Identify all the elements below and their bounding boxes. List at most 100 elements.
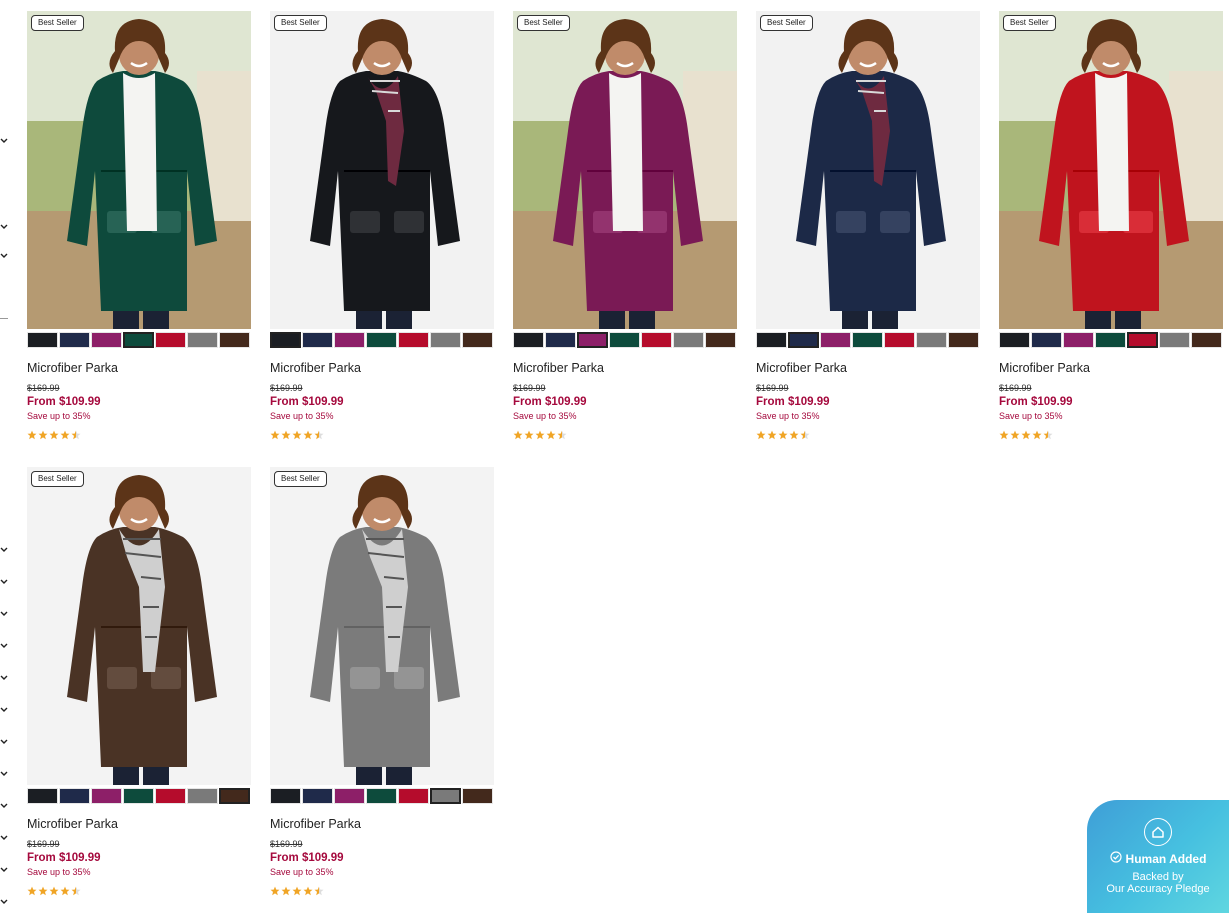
- product-card[interactable]: Best Seller Microfiber Parka $169.99 Fro…: [513, 11, 737, 440]
- color-swatch[interactable]: [1063, 332, 1094, 348]
- color-swatch[interactable]: [27, 788, 58, 804]
- chevron-down-icon[interactable]: [0, 224, 8, 230]
- color-swatch[interactable]: [334, 332, 365, 348]
- rating-stars[interactable]: [270, 886, 494, 896]
- sale-price: From $109.99: [756, 396, 830, 408]
- color-swatch[interactable]: [609, 332, 640, 348]
- color-swatch[interactable]: [219, 788, 250, 804]
- color-swatch[interactable]: [270, 332, 301, 348]
- product-title[interactable]: Microfiber Parka: [513, 361, 737, 375]
- product-card[interactable]: Best Seller Microfiber Parka $169.99 Fro…: [270, 467, 494, 896]
- color-swatch[interactable]: [788, 332, 819, 348]
- color-swatch[interactable]: [366, 788, 397, 804]
- color-swatch[interactable]: [545, 332, 576, 348]
- product-image[interactable]: Best Seller: [27, 467, 251, 785]
- rating-stars[interactable]: [27, 430, 251, 440]
- color-swatch[interactable]: [673, 332, 704, 348]
- color-swatch[interactable]: [334, 788, 365, 804]
- color-swatch[interactable]: [430, 332, 461, 348]
- color-swatch[interactable]: [756, 332, 787, 348]
- color-swatch[interactable]: [59, 788, 90, 804]
- color-swatch[interactable]: [852, 332, 883, 348]
- product-card[interactable]: Best Seller Microfiber Parka $169.99 Fro…: [756, 11, 980, 440]
- chevron-down-icon[interactable]: [0, 643, 8, 649]
- color-swatch[interactable]: [398, 332, 429, 348]
- product-title[interactable]: Microfiber Parka: [756, 361, 980, 375]
- rating-stars[interactable]: [270, 430, 494, 440]
- chevron-down-icon[interactable]: [0, 253, 8, 259]
- chevron-down-icon[interactable]: [0, 803, 8, 809]
- color-swatch[interactable]: [398, 788, 429, 804]
- color-swatch[interactable]: [302, 788, 333, 804]
- product-image[interactable]: Best Seller: [999, 11, 1223, 329]
- color-swatch[interactable]: [302, 332, 333, 348]
- product-card[interactable]: Best Seller Microfiber Parka $169.99 Fro…: [27, 11, 251, 440]
- color-swatch[interactable]: [1191, 332, 1222, 348]
- chevron-down-icon[interactable]: [0, 138, 8, 144]
- color-swatch[interactable]: [155, 332, 186, 348]
- product-image[interactable]: Best Seller: [270, 11, 494, 329]
- product-image[interactable]: Best Seller: [270, 467, 494, 785]
- color-swatch[interactable]: [1127, 332, 1158, 348]
- color-swatch[interactable]: [577, 332, 608, 348]
- product-image[interactable]: Best Seller: [27, 11, 251, 329]
- savings-text: Save up to 35%: [513, 411, 577, 421]
- product-title[interactable]: Microfiber Parka: [27, 817, 251, 831]
- color-swatch[interactable]: [1159, 332, 1190, 348]
- product-title[interactable]: Microfiber Parka: [27, 361, 251, 375]
- accuracy-pledge-widget[interactable]: Human Added Backed by Our Accuracy Pledg…: [1087, 800, 1229, 913]
- star-icon: [60, 886, 70, 896]
- color-swatch[interactable]: [916, 332, 947, 348]
- color-swatch[interactable]: [187, 332, 218, 348]
- chevron-down-icon[interactable]: [0, 547, 8, 553]
- color-swatch[interactable]: [820, 332, 851, 348]
- color-swatch[interactable]: [999, 332, 1030, 348]
- chevron-down-icon[interactable]: [0, 675, 8, 681]
- color-swatch[interactable]: [27, 332, 58, 348]
- product-card[interactable]: Best Seller Microfiber Parka $169.99 Fro…: [270, 11, 494, 440]
- product-card[interactable]: Best Seller Microfiber Parka $169.99 Fro…: [27, 467, 251, 896]
- color-swatches: [27, 332, 251, 350]
- savings-text: Save up to 35%: [27, 867, 91, 877]
- color-swatch[interactable]: [187, 788, 218, 804]
- product-card[interactable]: Best Seller Microfiber Parka $169.99 Fro…: [999, 11, 1223, 440]
- color-swatch[interactable]: [430, 788, 461, 804]
- sale-price: From $109.99: [27, 852, 101, 864]
- color-swatch[interactable]: [462, 332, 493, 348]
- sale-price: From $109.99: [513, 396, 587, 408]
- chevron-down-icon[interactable]: [0, 867, 8, 873]
- color-swatch[interactable]: [366, 332, 397, 348]
- color-swatch[interactable]: [219, 332, 250, 348]
- product-title[interactable]: Microfiber Parka: [270, 361, 494, 375]
- chevron-down-icon[interactable]: [0, 611, 8, 617]
- color-swatch[interactable]: [705, 332, 736, 348]
- color-swatch[interactable]: [123, 332, 154, 348]
- color-swatch[interactable]: [462, 788, 493, 804]
- color-swatch[interactable]: [884, 332, 915, 348]
- chevron-down-icon[interactable]: [0, 899, 8, 905]
- chevron-down-icon[interactable]: [0, 771, 8, 777]
- color-swatch[interactable]: [1031, 332, 1062, 348]
- rating-stars[interactable]: [27, 886, 251, 896]
- product-title[interactable]: Microfiber Parka: [999, 361, 1223, 375]
- color-swatch[interactable]: [270, 788, 301, 804]
- product-image[interactable]: Best Seller: [756, 11, 980, 329]
- chevron-down-icon[interactable]: [0, 707, 8, 713]
- color-swatch[interactable]: [91, 332, 122, 348]
- rating-stars[interactable]: [756, 430, 980, 440]
- chevron-down-icon[interactable]: [0, 835, 8, 841]
- chevron-down-icon[interactable]: [0, 739, 8, 745]
- rating-stars[interactable]: [999, 430, 1223, 440]
- color-swatch[interactable]: [1095, 332, 1126, 348]
- color-swatch[interactable]: [59, 332, 90, 348]
- color-swatch[interactable]: [513, 332, 544, 348]
- product-image[interactable]: Best Seller: [513, 11, 737, 329]
- color-swatch[interactable]: [641, 332, 672, 348]
- color-swatch[interactable]: [123, 788, 154, 804]
- product-title[interactable]: Microfiber Parka: [270, 817, 494, 831]
- color-swatch[interactable]: [948, 332, 979, 348]
- color-swatch[interactable]: [91, 788, 122, 804]
- rating-stars[interactable]: [513, 430, 737, 440]
- color-swatch[interactable]: [155, 788, 186, 804]
- chevron-down-icon[interactable]: [0, 579, 8, 585]
